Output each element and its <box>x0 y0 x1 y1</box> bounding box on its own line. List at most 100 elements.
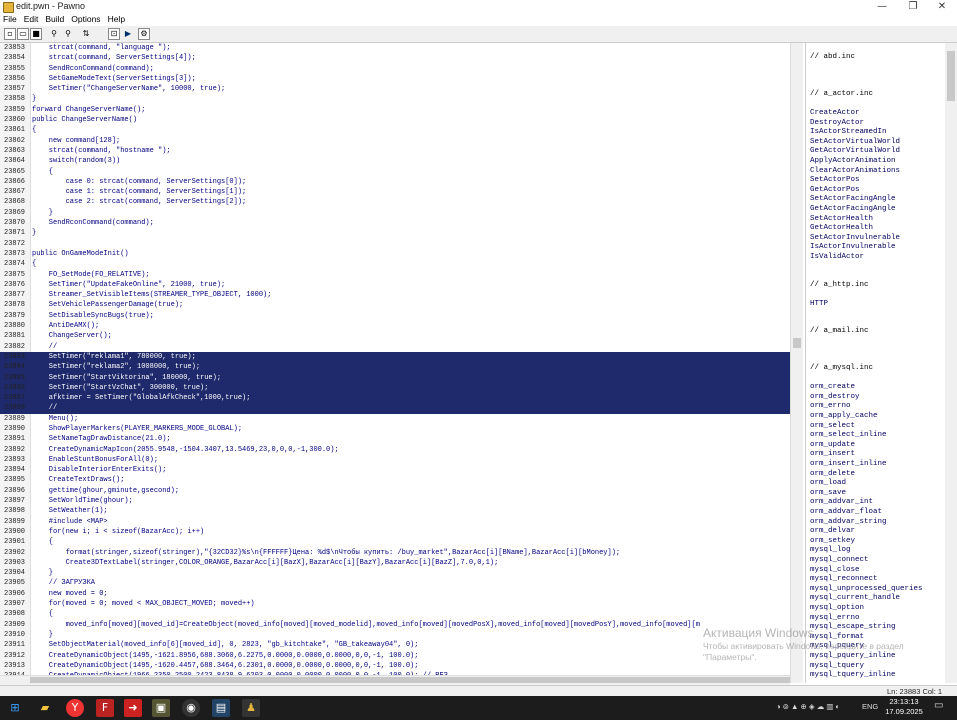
function-list-item[interactable]: SetActorFacingAngle <box>810 195 896 205</box>
function-list-item[interactable]: orm_insert <box>810 450 855 460</box>
function-list-item[interactable]: mysql_close <box>810 566 860 576</box>
goto-icon[interactable]: ⇅ <box>80 28 92 40</box>
function-list-item[interactable]: ClearActorAnimations <box>810 167 900 177</box>
function-list-scrollbar[interactable] <box>945 43 957 683</box>
function-list-item[interactable]: orm_delvar <box>810 527 855 537</box>
code-line[interactable]: 23909 moved_info[moved][moved_id]=Create… <box>0 620 790 630</box>
code-line[interactable]: 23871} <box>0 228 790 238</box>
function-list-item[interactable]: SetActorPos <box>810 176 860 186</box>
menu-help[interactable]: Help <box>105 13 129 26</box>
clock[interactable]: 23:13:13 17.09.2025 <box>884 697 924 717</box>
task-app-icon[interactable]: ▤ <box>212 699 230 717</box>
code-line[interactable]: 23855 SendRconCommand(command); <box>0 64 790 74</box>
code-line[interactable]: 23865 { <box>0 167 790 177</box>
code-line[interactable]: 23858} <box>0 94 790 104</box>
code-line[interactable]: 23911 SetObjectMaterial(moved_info[6][mo… <box>0 640 790 650</box>
new-file-icon[interactable]: ▫ <box>4 28 16 40</box>
function-list-item[interactable]: mysql_errno <box>810 614 860 624</box>
code-line[interactable]: 23892 CreateDynamicMapIcon(2055.9548,-15… <box>0 445 790 455</box>
function-list-item[interactable]: mysql_tquery_inline <box>810 671 896 681</box>
function-list-item[interactable]: orm_insert_inline <box>810 460 887 470</box>
function-list-item[interactable]: mysql_reconnect <box>810 575 878 585</box>
function-list-item[interactable]: mysql_unprocessed_queries <box>810 585 923 595</box>
code-line[interactable]: 23883 SetTimer("reklama1", 780000, true)… <box>0 351 790 363</box>
function-list-item[interactable]: orm_load <box>810 479 846 489</box>
menu-edit[interactable]: Edit <box>21 13 43 26</box>
function-list-item[interactable]: orm_addvar_string <box>810 518 887 528</box>
function-list-item[interactable]: HTTP <box>810 300 828 310</box>
run-icon[interactable]: ▶ <box>122 28 134 40</box>
code-line[interactable]: 23853 strcat(command, "language "); <box>0 43 790 53</box>
save-icon[interactable]: ■ <box>30 28 42 40</box>
function-list-item[interactable]: IsValidActor <box>810 253 864 263</box>
code-line[interactable]: 23872 <box>0 239 790 249</box>
code-line[interactable]: 23897 SetWorldTime(ghour); <box>0 496 790 506</box>
code-line[interactable]: 23885 SetTimer("StartViktorina", 180000,… <box>0 372 790 383</box>
game-app-icon[interactable]: ▣ <box>152 699 170 717</box>
menu-options[interactable]: Options <box>68 13 104 26</box>
code-line[interactable]: 23881 ChangeServer(); <box>0 331 790 341</box>
code-line[interactable]: 23910 } <box>0 630 790 640</box>
code-line[interactable]: 23893 EnableStuntBonusForAll(0); <box>0 455 790 465</box>
code-line[interactable]: 23866 case 0: strcat(command, ServerSett… <box>0 177 790 187</box>
obs-icon[interactable]: ◉ <box>182 699 200 717</box>
code-line[interactable]: 23864 switch(random(3)) <box>0 156 790 166</box>
find-replace-icon[interactable]: ⚲ <box>62 28 74 40</box>
menu-file[interactable]: File <box>0 13 21 26</box>
function-list-item[interactable]: mysql_escape_string <box>810 623 896 633</box>
function-list-item[interactable]: SetActorVirtualWorld <box>810 138 900 148</box>
function-list-item[interactable]: orm_select <box>810 422 855 432</box>
code-line[interactable]: 23903 Create3DTextLabel(stringer,COLOR_O… <box>0 558 790 568</box>
code-line[interactable]: 23900 for(new i; i < sizeof(BazarAcc); i… <box>0 527 790 537</box>
function-list-item[interactable]: GetActorVirtualWorld <box>810 147 900 157</box>
close-button[interactable]: ✕ <box>927 0 957 13</box>
function-list-item[interactable]: orm_errno <box>810 402 851 412</box>
function-list-item[interactable]: orm_addvar_float <box>810 508 882 518</box>
code-line[interactable]: 23886 SetTimer("StartVzChat", 300000, tr… <box>0 382 790 394</box>
function-list-item[interactable]: mysql_connect <box>810 556 869 566</box>
function-list-item[interactable]: orm_update <box>810 441 855 451</box>
code-line[interactable]: 23884 SetTimer("reklama2", 1008000, true… <box>0 362 790 373</box>
code-line[interactable]: 23869 } <box>0 208 790 218</box>
function-list-item[interactable]: mysql_current_handle <box>810 594 900 604</box>
code-line[interactable]: 23888 // <box>0 403 790 414</box>
pawno-icon[interactable]: ♟ <box>242 699 260 717</box>
code-line[interactable]: 23882 // <box>0 342 790 352</box>
code-line[interactable]: 23874 { <box>0 259 790 269</box>
code-line[interactable]: 23857 SetTimer("ChangeServerName", 10000… <box>0 84 790 94</box>
code-line[interactable]: 23863 strcat(command, "hostname "); <box>0 146 790 156</box>
code-line[interactable]: 23877 Streamer_SetVisibleItems(STREAMER_… <box>0 290 790 300</box>
filezilla-icon[interactable]: F <box>96 699 114 717</box>
code-line[interactable]: 23876 SetTimer("UpdateFakeOnline", 21000… <box>0 280 790 290</box>
maximize-button[interactable]: ❐ <box>898 0 928 13</box>
function-list-item[interactable]: mysql_tquery <box>810 662 864 672</box>
code-line[interactable]: 23867 case 1: strcat(command, ServerSett… <box>0 187 790 197</box>
code-line[interactable]: 23856 SetGameModeText(ServerSettings[3])… <box>0 74 790 84</box>
editor-vertical-scrollbar[interactable] <box>790 43 803 683</box>
code-line[interactable]: 23860 public ChangeServerName() <box>0 115 790 125</box>
code-line[interactable]: 23854 strcat(command, ServerSettings[4])… <box>0 53 790 63</box>
editor-vscroll-thumb[interactable] <box>793 338 801 348</box>
code-line[interactable]: 23890 ShowPlayerMarkers(PLAYER_MARKERS_M… <box>0 424 790 434</box>
code-line[interactable]: 23907 for(moved = 0; moved < MAX_OBJECT_… <box>0 599 790 609</box>
function-list-item[interactable]: orm_select_inline <box>810 431 887 441</box>
function-list-scroll-thumb[interactable] <box>947 51 955 101</box>
notification-icon[interactable]: ▭ <box>934 700 943 711</box>
function-list-item[interactable]: IsActorStreamedIn <box>810 128 887 138</box>
code-line[interactable]: 23879 SetDisableSyncBugs(true); <box>0 311 790 321</box>
code-line[interactable]: 23889 Menu(); <box>0 414 790 424</box>
code-line[interactable]: 23902 format(stringer,sizeof(stringer),"… <box>0 548 790 558</box>
compile-icon[interactable]: ⊡ <box>108 28 120 40</box>
function-list-item[interactable]: mysql_log <box>810 546 851 556</box>
function-list-item[interactable]: orm_save <box>810 489 846 499</box>
yandex-browser-icon[interactable]: Y <box>66 699 84 717</box>
code-line[interactable]: 23905 // ЗАГРУЗКА <box>0 578 790 588</box>
find-icon[interactable]: ⚲ <box>48 28 60 40</box>
function-list-item[interactable]: CreateActor <box>810 109 860 119</box>
menu-build[interactable]: Build <box>42 13 68 26</box>
editor-horizontal-scrollbar[interactable] <box>0 675 790 685</box>
code-line[interactable]: 23861 { <box>0 125 790 135</box>
code-editor[interactable]: 23853 strcat(command, "language "); 23854… <box>0 43 790 675</box>
code-line[interactable]: 23908 { <box>0 609 790 619</box>
code-line[interactable]: 23875 FO_SetMode(FO_RELATIVE); <box>0 270 790 280</box>
